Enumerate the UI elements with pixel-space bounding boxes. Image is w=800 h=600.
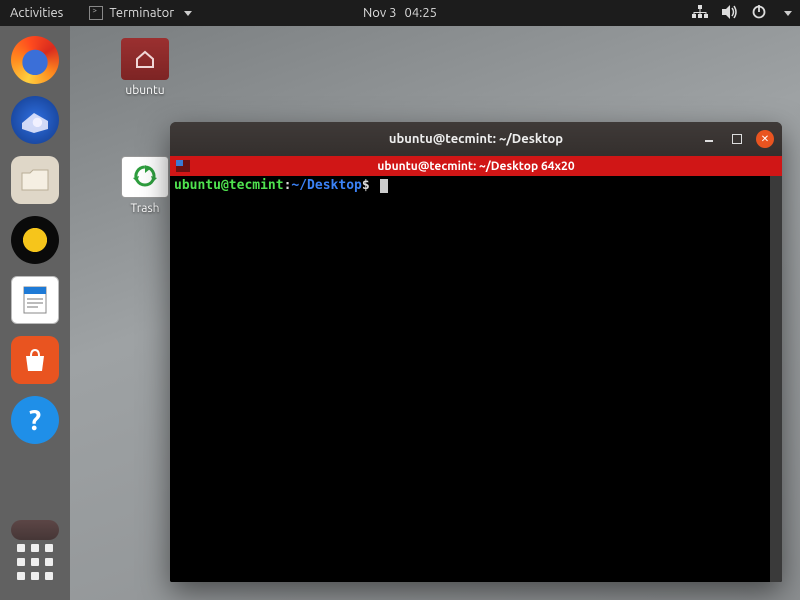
show-applications-button[interactable] — [11, 538, 59, 586]
desktop-home-label: ubuntu — [110, 84, 180, 97]
terminal-icon — [89, 6, 103, 20]
titlebar[interactable]: ubuntu@tecmint: ~/Desktop — [170, 122, 782, 156]
desktop[interactable]: ubuntu Trash ubuntu@tecmint: ~/Desktop u… — [70, 26, 800, 600]
power-icon[interactable] — [752, 5, 766, 22]
close-button[interactable] — [756, 130, 774, 148]
dock-extra[interactable] — [11, 520, 59, 540]
split-layout-icon[interactable] — [176, 160, 190, 172]
volume-icon[interactable] — [722, 5, 738, 22]
dock-firefox[interactable] — [11, 36, 59, 84]
window-title: ubuntu@tecmint: ~/Desktop — [389, 132, 563, 146]
trash-icon — [121, 156, 169, 198]
clock[interactable]: Nov 3 04:25 — [363, 6, 437, 20]
dock-files[interactable] — [11, 156, 59, 204]
document-icon — [20, 284, 50, 316]
maximize-button[interactable] — [728, 130, 746, 148]
prompt-path: ~/Desktop — [291, 178, 361, 193]
top-bar: Activities Terminator Nov 3 04:25 — [0, 0, 800, 26]
window-controls — [700, 130, 774, 148]
prompt-dollar: $ — [362, 178, 370, 193]
date-label: Nov 3 — [363, 6, 397, 20]
terminal-body[interactable]: ubuntu@tecmint:~/Desktop$ — [170, 176, 782, 582]
dock-help[interactable]: ? — [11, 396, 59, 444]
chevron-down-icon — [184, 11, 192, 16]
tab-title: ubuntu@tecmint: ~/Desktop 64x20 — [377, 160, 574, 173]
scrollbar-thumb[interactable] — [770, 176, 782, 582]
time-label: 04:25 — [404, 6, 437, 20]
prompt-user: ubuntu@tecmint — [174, 178, 284, 193]
cursor — [380, 179, 388, 193]
app-menu-label: Terminator — [109, 6, 174, 20]
dock-writer[interactable] — [11, 276, 59, 324]
terminator-tab-strip[interactable]: ubuntu@tecmint: ~/Desktop 64x20 — [170, 156, 782, 176]
shopping-bag-icon — [20, 346, 50, 374]
desktop-home-folder[interactable]: ubuntu — [110, 38, 180, 97]
folder-icon — [20, 167, 50, 193]
network-icon[interactable] — [692, 5, 708, 22]
terminal-output[interactable]: ubuntu@tecmint:~/Desktop$ — [170, 176, 770, 582]
home-folder-icon — [121, 38, 169, 80]
app-menu[interactable]: Terminator — [89, 6, 192, 20]
dock: ? — [0, 26, 70, 600]
dock-software[interactable] — [11, 336, 59, 384]
terminal-scrollbar[interactable] — [770, 176, 782, 582]
dock-thunderbird[interactable] — [11, 96, 59, 144]
dock-rhythmbox[interactable] — [11, 216, 59, 264]
activities-button[interactable]: Activities — [10, 6, 63, 20]
minimize-button[interactable] — [700, 130, 718, 148]
terminator-window[interactable]: ubuntu@tecmint: ~/Desktop ubuntu@tecmint… — [170, 122, 782, 582]
thunderbird-icon — [18, 103, 52, 137]
system-menu-chevron-icon[interactable] — [784, 11, 792, 16]
